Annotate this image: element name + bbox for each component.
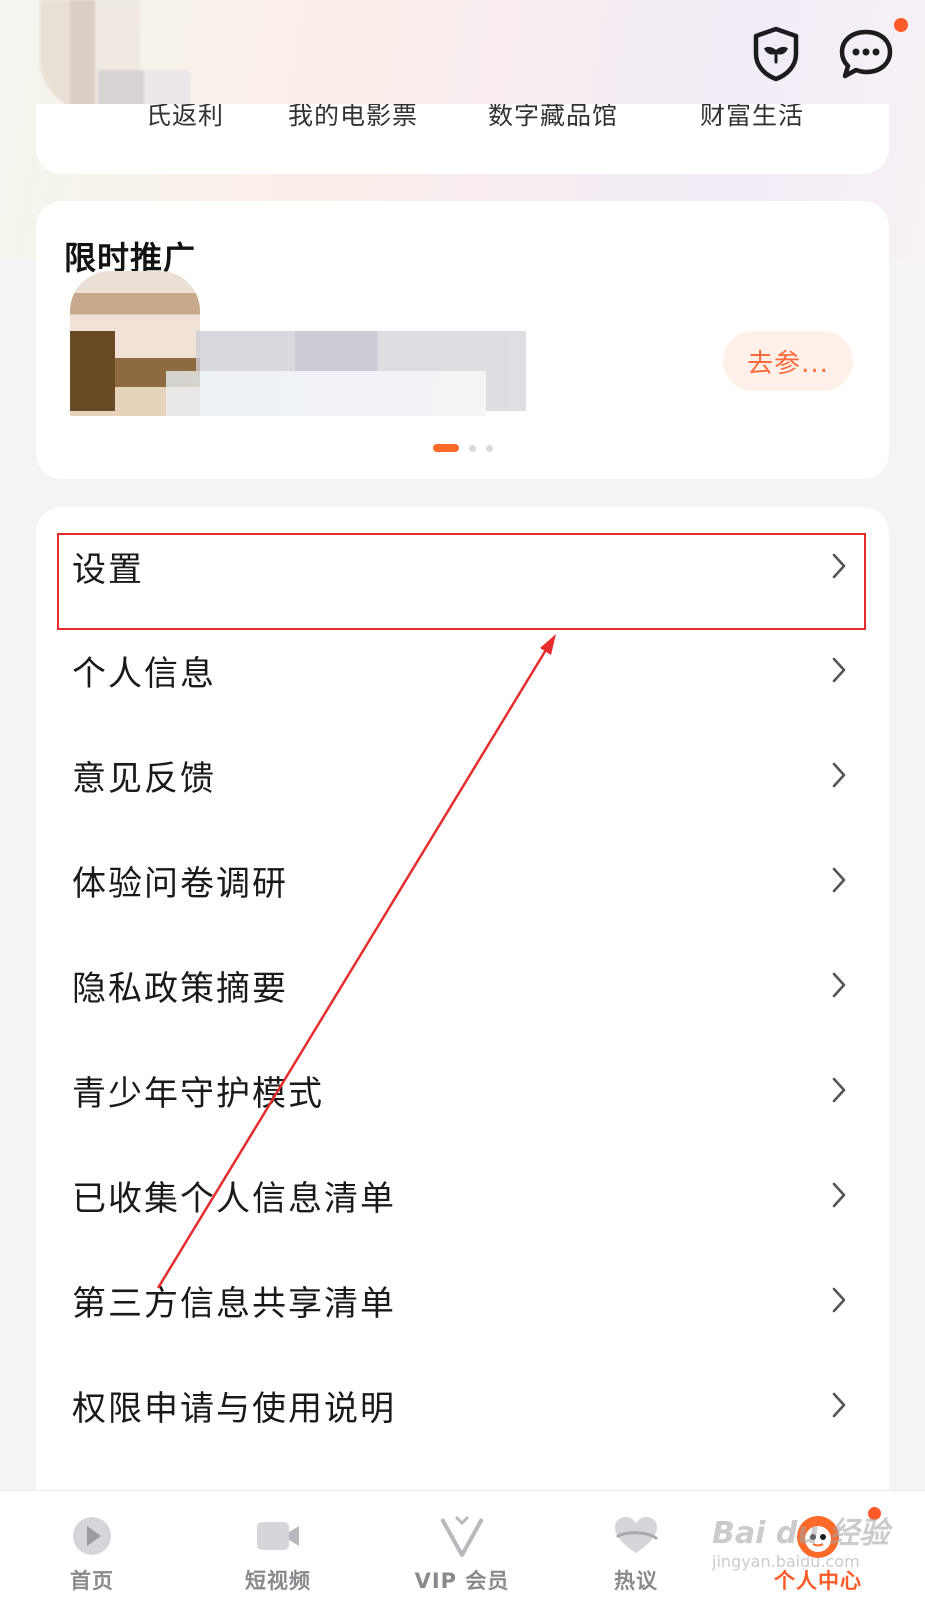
menu-item-label: 个人信息 (72, 653, 216, 694)
chevron-right-icon (825, 656, 853, 684)
menu-item-collected-info-list[interactable]: 已收集个人信息清单 (36, 1143, 889, 1247)
promo-join-button[interactable]: 去参... (723, 331, 853, 391)
menu-item-permissions[interactable]: 权限申请与使用说明 (36, 1353, 889, 1457)
watermark-url: jingyan.baidu.com (712, 1552, 860, 1571)
watermark: Bai du 经验 (712, 1516, 890, 1551)
chevron-right-icon (825, 1181, 853, 1209)
chevron-right-icon (825, 552, 853, 580)
menu-item-label: 体验问卷调研 (72, 863, 288, 904)
chevron-right-icon (825, 1286, 853, 1314)
tab-label: 短视频 (245, 1569, 311, 1593)
play-icon (65, 1509, 119, 1563)
menu-item-label: 设置 (72, 549, 144, 590)
tab-label: 首页 (70, 1569, 114, 1593)
notification-dot (894, 18, 908, 32)
chevron-right-icon (825, 971, 853, 999)
menu-item-third-party-sharing[interactable]: 第三方信息共享清单 (36, 1248, 889, 1352)
menu-item-label: 第三方信息共享清单 (72, 1283, 396, 1324)
chevron-right-icon (825, 1076, 853, 1104)
carousel-dot-active (433, 444, 459, 452)
menu-item-label: 隐私政策摘要 (72, 968, 288, 1009)
menu-item-label: 青少年守护模式 (72, 1073, 324, 1114)
carousel-dot (469, 444, 476, 452)
chat-bubble-icon[interactable] (838, 26, 894, 82)
tab-vip[interactable]: VIP 会员 (392, 1491, 532, 1600)
tab-label: VIP 会员 (414, 1569, 510, 1593)
carousel-dot (486, 444, 493, 452)
avatar[interactable] (40, 0, 190, 130)
menu-item-settings[interactable]: 设置 (36, 514, 889, 618)
vip-v-icon (435, 1509, 489, 1563)
menu-item-survey[interactable]: 体验问卷调研 (36, 828, 889, 932)
tab-home[interactable]: 首页 (22, 1491, 162, 1600)
promo-text-blurred (166, 331, 526, 416)
menu-item-teen-mode[interactable]: 青少年守护模式 (36, 1038, 889, 1142)
tab-label: 热议 (614, 1569, 658, 1593)
chevron-right-icon (825, 761, 853, 789)
menu-item-label: 已收集个人信息清单 (72, 1178, 396, 1219)
menu-item-label: 权限申请与使用说明 (72, 1388, 396, 1429)
menu-item-label: 意见反馈 (72, 758, 216, 799)
menu-item-personal-info[interactable]: 个人信息 (36, 618, 889, 722)
chevron-right-icon (825, 1391, 853, 1419)
tab-trending[interactable]: 热议 (566, 1491, 706, 1600)
chevron-right-icon (825, 866, 853, 894)
tab-short-video[interactable]: 短视频 (208, 1491, 348, 1600)
shield-icon[interactable] (748, 26, 804, 82)
video-camera-icon (251, 1509, 305, 1563)
menu-item-privacy-summary[interactable]: 隐私政策摘要 (36, 933, 889, 1037)
heart-chat-icon (609, 1509, 663, 1563)
menu-item-feedback[interactable]: 意见反馈 (36, 723, 889, 827)
carousel-indicator (433, 444, 493, 452)
